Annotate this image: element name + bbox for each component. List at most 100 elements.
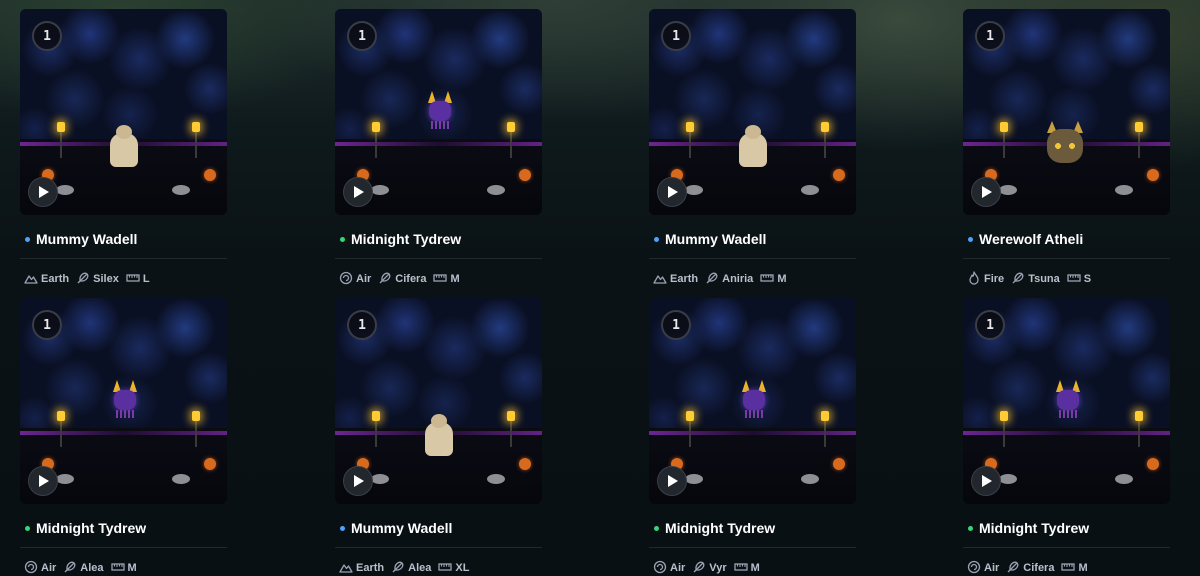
play-button[interactable] xyxy=(343,466,373,496)
feather-icon xyxy=(1006,560,1020,576)
play-button[interactable] xyxy=(28,177,58,207)
monster-name[interactable]: Midnight Tydrew xyxy=(36,520,146,536)
element-label: Air xyxy=(670,562,686,574)
rock-icon xyxy=(172,474,190,484)
lamp-icon xyxy=(507,122,515,158)
monster-card-2[interactable]: 1 Midnight Tydrew Air Cifera M xyxy=(335,9,542,288)
count-badge: 1 xyxy=(32,21,62,51)
ruler-icon xyxy=(433,271,448,288)
pumpkin-icon xyxy=(519,458,531,470)
species-attr: Tsuna xyxy=(1011,271,1060,288)
monster-name[interactable]: Midnight Tydrew xyxy=(665,520,775,536)
species-label: Alea xyxy=(408,562,432,574)
divider xyxy=(335,258,542,259)
feather-icon xyxy=(378,271,392,288)
species-attr: Silex xyxy=(76,271,119,288)
divider xyxy=(963,547,1170,548)
monster-card-6[interactable]: 1 Mummy Wadell Earth Alea XL xyxy=(335,298,542,576)
count-badge: 1 xyxy=(661,310,691,340)
size-attr: L xyxy=(126,271,150,288)
count-badge: 1 xyxy=(661,21,691,51)
name-row: Midnight Tydrew xyxy=(963,518,1170,538)
element-attr: Fire xyxy=(967,270,1004,288)
size-label: M xyxy=(450,273,460,285)
mummy-figure xyxy=(419,414,459,458)
rock-icon xyxy=(685,185,703,195)
feather-icon xyxy=(63,560,77,576)
monster-card-7[interactable]: 1 Midnight Tydrew Air Vyr M xyxy=(649,298,856,576)
name-row: Mummy Wadell xyxy=(335,518,542,538)
element-attr: Air xyxy=(24,560,56,576)
feather-icon xyxy=(705,271,719,288)
element-label: Earth xyxy=(356,562,385,574)
species-attr: Alea xyxy=(63,560,104,576)
monster-name[interactable]: Mummy Wadell xyxy=(665,231,766,247)
mountain-icon xyxy=(653,271,667,288)
mountain-icon xyxy=(339,560,353,576)
monster-card-4[interactable]: 1 Werewolf Atheli Fire Tsuna S xyxy=(963,9,1170,288)
monster-preview[interactable]: 1 xyxy=(335,298,542,504)
flame-icon xyxy=(967,270,981,288)
name-row: Midnight Tydrew xyxy=(649,518,856,538)
monster-name[interactable]: Werewolf Atheli xyxy=(979,231,1083,247)
rarity-dot xyxy=(968,236,973,242)
species-label: Tsuna xyxy=(1028,273,1060,285)
swirl-icon xyxy=(653,560,667,576)
species-attr: Cifera xyxy=(1006,560,1054,576)
rarity-dot xyxy=(968,525,973,531)
species-label: Vyr xyxy=(709,562,727,574)
monster-preview[interactable]: 1 xyxy=(335,9,542,215)
name-row: Mummy Wadell xyxy=(20,229,227,249)
size-label: M xyxy=(127,562,137,574)
play-button[interactable] xyxy=(343,177,373,207)
rarity-dot xyxy=(25,525,30,531)
monster-card-1[interactable]: 1 Mummy Wadell Earth Silex L xyxy=(20,9,227,288)
play-icon xyxy=(354,475,364,487)
rock-icon xyxy=(801,474,819,484)
rock-icon xyxy=(999,474,1017,484)
monster-name[interactable]: Mummy Wadell xyxy=(351,520,452,536)
monster-card-3[interactable]: 1 Mummy Wadell Earth Aniria M xyxy=(649,9,856,288)
lamp-icon xyxy=(1000,122,1008,158)
play-button[interactable] xyxy=(971,466,1001,496)
lamp-icon xyxy=(1135,122,1143,158)
monster-preview[interactable]: 1 xyxy=(649,298,856,504)
element-label: Earth xyxy=(41,273,70,285)
divider xyxy=(649,258,856,259)
species-label: Silex xyxy=(93,273,119,285)
rock-icon xyxy=(56,474,74,484)
monster-preview[interactable]: 1 xyxy=(649,9,856,215)
monster-name[interactable]: Midnight Tydrew xyxy=(351,231,461,247)
play-button[interactable] xyxy=(28,466,58,496)
pumpkin-icon xyxy=(204,458,216,470)
divider xyxy=(20,258,227,259)
play-button[interactable] xyxy=(971,177,1001,207)
monster-preview[interactable]: 1 xyxy=(20,298,227,504)
monster-name[interactable]: Mummy Wadell xyxy=(36,231,137,247)
divider xyxy=(649,547,856,548)
ruler-icon xyxy=(110,560,125,576)
ruler-icon xyxy=(733,560,748,576)
rock-icon xyxy=(487,474,505,484)
play-button[interactable] xyxy=(657,466,687,496)
size-attr: XL xyxy=(438,560,469,576)
size-attr: S xyxy=(1067,271,1091,288)
ruler-icon xyxy=(126,271,140,288)
lamp-icon xyxy=(192,122,200,158)
ruler-icon xyxy=(1061,560,1076,576)
monster-card-grid: 1 Mummy Wadell Earth Silex L 1 Midnight … xyxy=(0,0,1200,576)
monster-name[interactable]: Midnight Tydrew xyxy=(979,520,1089,536)
rock-icon xyxy=(56,185,74,195)
play-button[interactable] xyxy=(657,177,687,207)
monster-preview[interactable]: 1 xyxy=(963,298,1170,504)
species-attr: Alea xyxy=(391,560,431,576)
lamp-icon xyxy=(372,122,380,158)
imp-figure xyxy=(110,380,140,420)
size-label: L xyxy=(142,273,150,285)
monster-preview[interactable]: 1 xyxy=(20,9,227,215)
element-attr: Air xyxy=(653,560,685,576)
size-attr: M xyxy=(733,560,760,576)
monster-preview[interactable]: 1 xyxy=(963,9,1170,215)
monster-card-5[interactable]: 1 Midnight Tydrew Air Alea M xyxy=(20,298,227,576)
monster-card-8[interactable]: 1 Midnight Tydrew Air Cifera M xyxy=(963,298,1170,576)
